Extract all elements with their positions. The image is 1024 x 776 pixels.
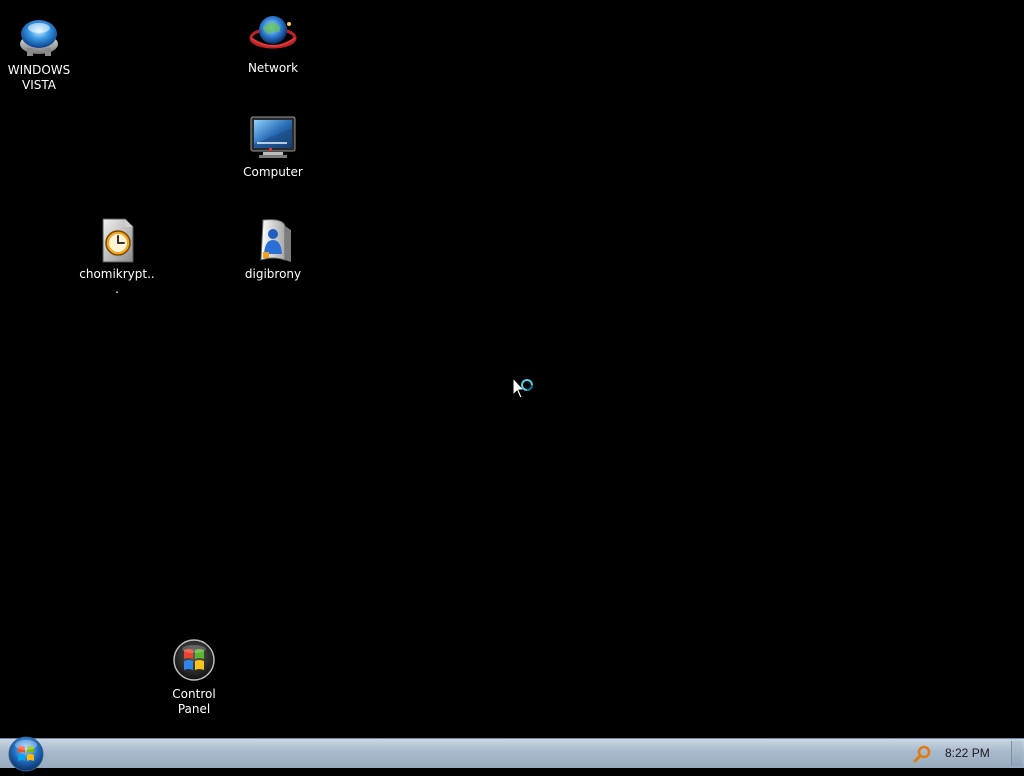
desktop-icon-label: Control Panel bbox=[172, 687, 216, 716]
taskbar: 8:22 PM bbox=[0, 736, 1024, 772]
desktop-icon-label: chomikrypt... bbox=[79, 267, 155, 296]
windows-start-orb-icon bbox=[8, 736, 44, 772]
desktop-icon-computer[interactable]: Computer bbox=[235, 114, 311, 180]
desktop-icon-windows-vista[interactable]: WINDOWS VISTA bbox=[1, 12, 77, 93]
desktop-icon-label: digibrony bbox=[244, 267, 302, 281]
desktop-icon-network[interactable]: Network bbox=[235, 10, 311, 76]
tray-search-button[interactable] bbox=[912, 744, 932, 764]
desktop[interactable]: WINDOWS VISTA Network Computer chomikryp… bbox=[0, 0, 1024, 738]
computer-monitor-icon bbox=[250, 116, 296, 158]
vista-orb-icon bbox=[20, 20, 58, 56]
desktop-icon-control-panel[interactable]: Control Panel bbox=[156, 636, 232, 717]
search-icon bbox=[913, 745, 931, 763]
start-button[interactable] bbox=[7, 736, 45, 772]
desktop-icon-label: WINDOWS VISTA bbox=[7, 63, 71, 92]
network-globe-icon bbox=[249, 16, 297, 49]
desktop-icon-chomikrypt[interactable]: chomikrypt... bbox=[79, 216, 155, 297]
desktop-icon-digibrony[interactable]: digibrony bbox=[235, 216, 311, 282]
clock-document-icon bbox=[102, 218, 134, 263]
show-desktop-button[interactable] bbox=[1011, 741, 1022, 766]
user-folder-icon bbox=[260, 219, 291, 262]
control-panel-icon bbox=[173, 639, 215, 681]
desktop-icon-label: Computer bbox=[243, 165, 303, 179]
desktop-icon-label: Network bbox=[247, 61, 299, 75]
taskbar-clock[interactable]: 8:22 PM bbox=[945, 746, 990, 760]
